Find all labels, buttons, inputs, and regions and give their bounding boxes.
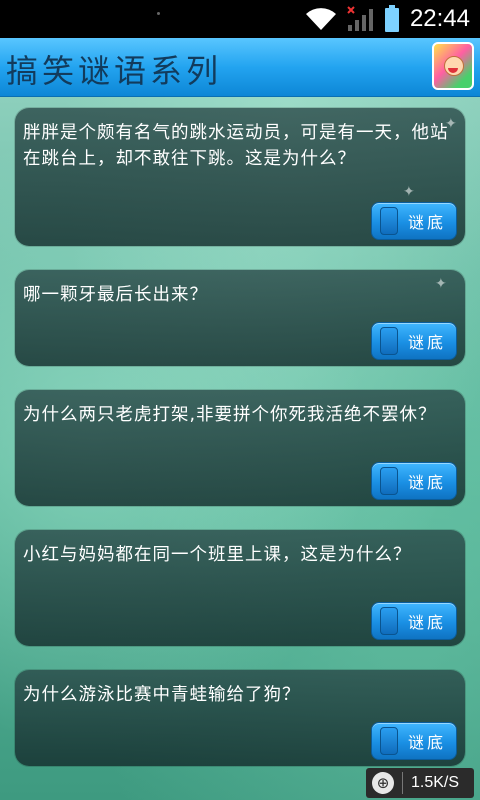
answer-button-label: 谜底 (408, 613, 447, 632)
sparkle-icon: ✦ (403, 184, 415, 200)
divider (402, 772, 403, 794)
riddle-card: 为什么两只老虎打架,非要拼个你死我活绝不罢休？ 谜底 (15, 390, 465, 506)
riddle-card: 为什么游泳比赛中青蛙输给了狗？ 谜底 (15, 670, 465, 766)
answer-button[interactable]: 谜底 (371, 462, 457, 500)
riddle-question: 小红与妈妈都在同一个班里上课，这是为什么？ (23, 545, 412, 565)
speed-icon: ⊕ (372, 772, 394, 794)
wifi-icon (304, 6, 338, 32)
answer-button[interactable]: 谜底 (371, 722, 457, 760)
answer-button-label: 谜底 (408, 733, 447, 752)
button-knob-icon (380, 327, 398, 355)
answer-button-label: 谜底 (408, 333, 447, 352)
face-icon (444, 56, 464, 76)
clock: 22:44 (409, 5, 470, 32)
status-bar: 22:44 (0, 0, 480, 38)
speed-value: 1.5K/S (411, 774, 460, 791)
cartoon-app-icon[interactable] (432, 42, 474, 90)
riddle-question: 为什么游泳比赛中青蛙输给了狗？ (23, 685, 301, 705)
riddle-card: 小红与妈妈都在同一个班里上课，这是为什么？ 谜底 (15, 530, 465, 646)
riddle-question: 哪一颗牙最后长出来？ (23, 285, 208, 305)
button-knob-icon (380, 207, 398, 235)
answer-button[interactable]: 谜底 (371, 602, 457, 640)
notification-dot (157, 12, 160, 15)
riddle-card: 胖胖是个颇有名气的跳水运动员，可是有一天，他站在跳台上，却不敢往下跳。这是为什么… (15, 108, 465, 246)
button-knob-icon (380, 727, 398, 755)
button-knob-icon (380, 607, 398, 635)
answer-button[interactable]: 谜底 (371, 322, 457, 360)
title-bar: 搞笑谜语系列 (0, 38, 480, 97)
sparkle-icon: ✦ (435, 276, 447, 292)
riddle-card: 哪一颗牙最后长出来？ ✦ 谜底 (15, 270, 465, 366)
network-speed-indicator[interactable]: ⊕ 1.5K/S (366, 768, 474, 798)
answer-button-label: 谜底 (408, 473, 447, 492)
riddle-question: 胖胖是个颇有名气的跳水运动员，可是有一天，他站在跳台上，却不敢往下跳。这是为什么… (23, 123, 449, 169)
button-knob-icon (380, 467, 398, 495)
riddle-question: 为什么两只老虎打架,非要拼个你死我活绝不罢休？ (23, 405, 437, 425)
answer-button-label: 谜底 (408, 213, 447, 232)
battery-icon (384, 5, 400, 33)
page-title: 搞笑谜语系列 (6, 52, 223, 90)
sparkle-icon: ✦ (445, 116, 457, 132)
answer-button[interactable]: 谜底 (371, 202, 457, 240)
signal-icon (346, 5, 376, 33)
